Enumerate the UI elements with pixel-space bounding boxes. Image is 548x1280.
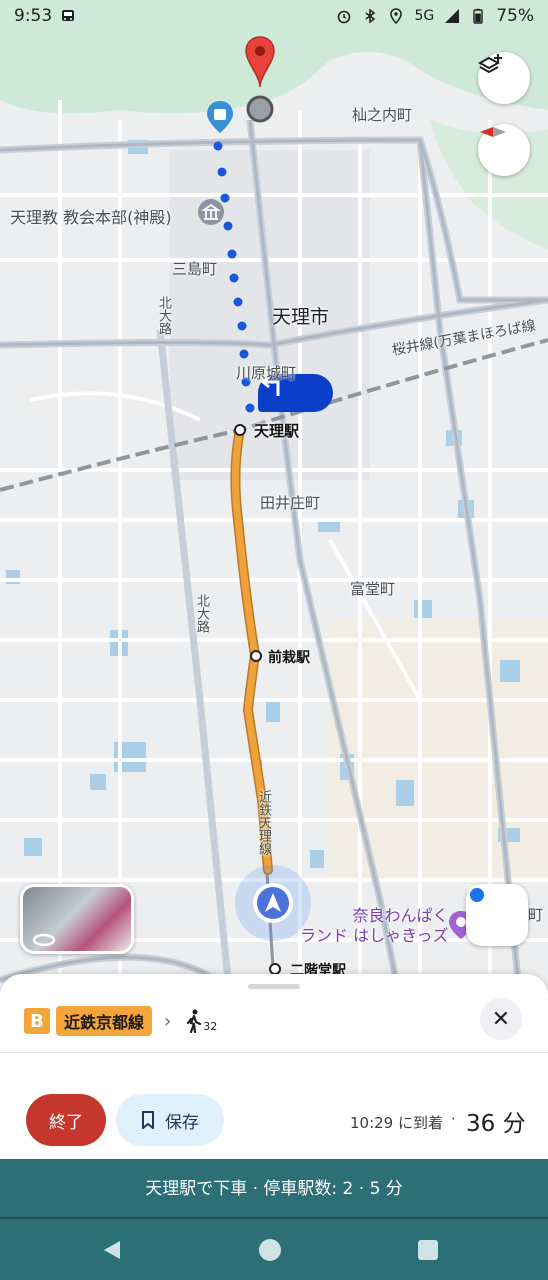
- home-icon[interactable]: [258, 1238, 282, 1262]
- layers-icon: [478, 54, 502, 74]
- walk-minutes: 32: [203, 1020, 218, 1033]
- separator: ·: [451, 1110, 456, 1128]
- network-type: 5G: [414, 8, 435, 24]
- street-view-rotate-icon: [32, 933, 56, 947]
- label-mishima: 三島町: [172, 260, 218, 278]
- close-button[interactable]: ✕: [480, 998, 522, 1040]
- instruction-text: 天理駅で下車 · 停車駅数: 2 · 5 分: [145, 1178, 403, 1199]
- street-view-thumbnail[interactable]: [20, 884, 134, 954]
- bluetooth-icon: [365, 8, 376, 24]
- label-kawaharajo: 川原城町: [236, 364, 297, 382]
- destination-pin-icon[interactable]: [244, 36, 276, 88]
- instruction-bar: 天理駅で下車 · 停車駅数: 2 · 5 分: [0, 1154, 548, 1218]
- status-time: 9:53: [14, 6, 53, 26]
- transit-notification-icon: [62, 10, 75, 21]
- walk-icon: [187, 1009, 202, 1033]
- route-summary[interactable]: B 近鉄京都線 › 32: [24, 1006, 217, 1036]
- label-tainosho: 田井庄町: [260, 494, 321, 512]
- shopping-poi-icon[interactable]: [205, 100, 235, 134]
- save-button[interactable]: 保存: [116, 1094, 224, 1146]
- temple-poi-icon[interactable]: [197, 198, 225, 226]
- screen: 9:53 5G 75% 杣之内町 天理教 教会本部(神殿) 三島町 天理市 北大…: [0, 0, 548, 1280]
- system-nav-bar: [0, 1219, 548, 1280]
- line-name-badge: 近鉄京都線: [56, 1006, 153, 1036]
- label-tenri-city: 天理市: [272, 306, 330, 328]
- label-tomido: 富堂町: [350, 580, 396, 598]
- label-tenri-station[interactable]: 天理駅: [254, 420, 299, 441]
- end-button[interactable]: 終了: [26, 1094, 106, 1146]
- chevron-right-icon: ›: [164, 1010, 172, 1032]
- my-location-button[interactable]: [466, 884, 528, 946]
- battery-icon: [473, 8, 483, 24]
- save-label: 保存: [165, 1112, 199, 1133]
- arrival-time: 10:29 に到着: [350, 1114, 443, 1132]
- label-senzai-station[interactable]: 前栽駅: [268, 647, 310, 667]
- bookmark-icon: [142, 1111, 154, 1129]
- label-kintetsu-tenri-line: 近鉄天理線: [256, 790, 271, 855]
- compass-icon: [480, 127, 506, 137]
- compass-button[interactable]: [478, 124, 530, 176]
- back-icon[interactable]: [100, 1238, 124, 1262]
- label-tenrikyo[interactable]: 天理教 教会本部(神殿): [10, 204, 172, 228]
- map-view[interactable]: 杣之内町 天理教 教会本部(神殿) 三島町 天理市 北大路 川原城町 桜井線(万…: [0, 0, 548, 1000]
- divider: [0, 1052, 548, 1053]
- status-bar: 9:53 5G 75%: [0, 0, 548, 32]
- location-status-icon: [390, 8, 403, 24]
- battery-level: 75%: [496, 6, 534, 26]
- close-icon: ✕: [491, 1006, 511, 1032]
- alarm-icon: [338, 10, 351, 24]
- layers-button[interactable]: [478, 52, 530, 104]
- line-letter-badge: B: [24, 1008, 50, 1034]
- recents-icon[interactable]: [416, 1238, 440, 1262]
- label-edge-cho: 町: [528, 906, 544, 924]
- label-kitaoji-1: 北大路: [156, 296, 171, 335]
- walk-segment: 32: [185, 1009, 217, 1033]
- route-sheet[interactable]: B 近鉄京都線 › 32 ✕ 終了 保存 10:29 に到着 · 36 分: [0, 974, 548, 1159]
- trip-duration: 36 分: [466, 1111, 526, 1137]
- drag-handle[interactable]: [248, 984, 300, 989]
- destination-marker-icon: [246, 95, 274, 123]
- label-soma: 杣之内町: [352, 106, 413, 124]
- my-location-icon: [467, 885, 487, 905]
- signal-icon: [445, 9, 460, 23]
- label-nara-wanpaku[interactable]: 奈良わんぱく ランド はしゃきっズ: [300, 906, 448, 946]
- label-kitaoji-2: 北大路: [194, 594, 209, 633]
